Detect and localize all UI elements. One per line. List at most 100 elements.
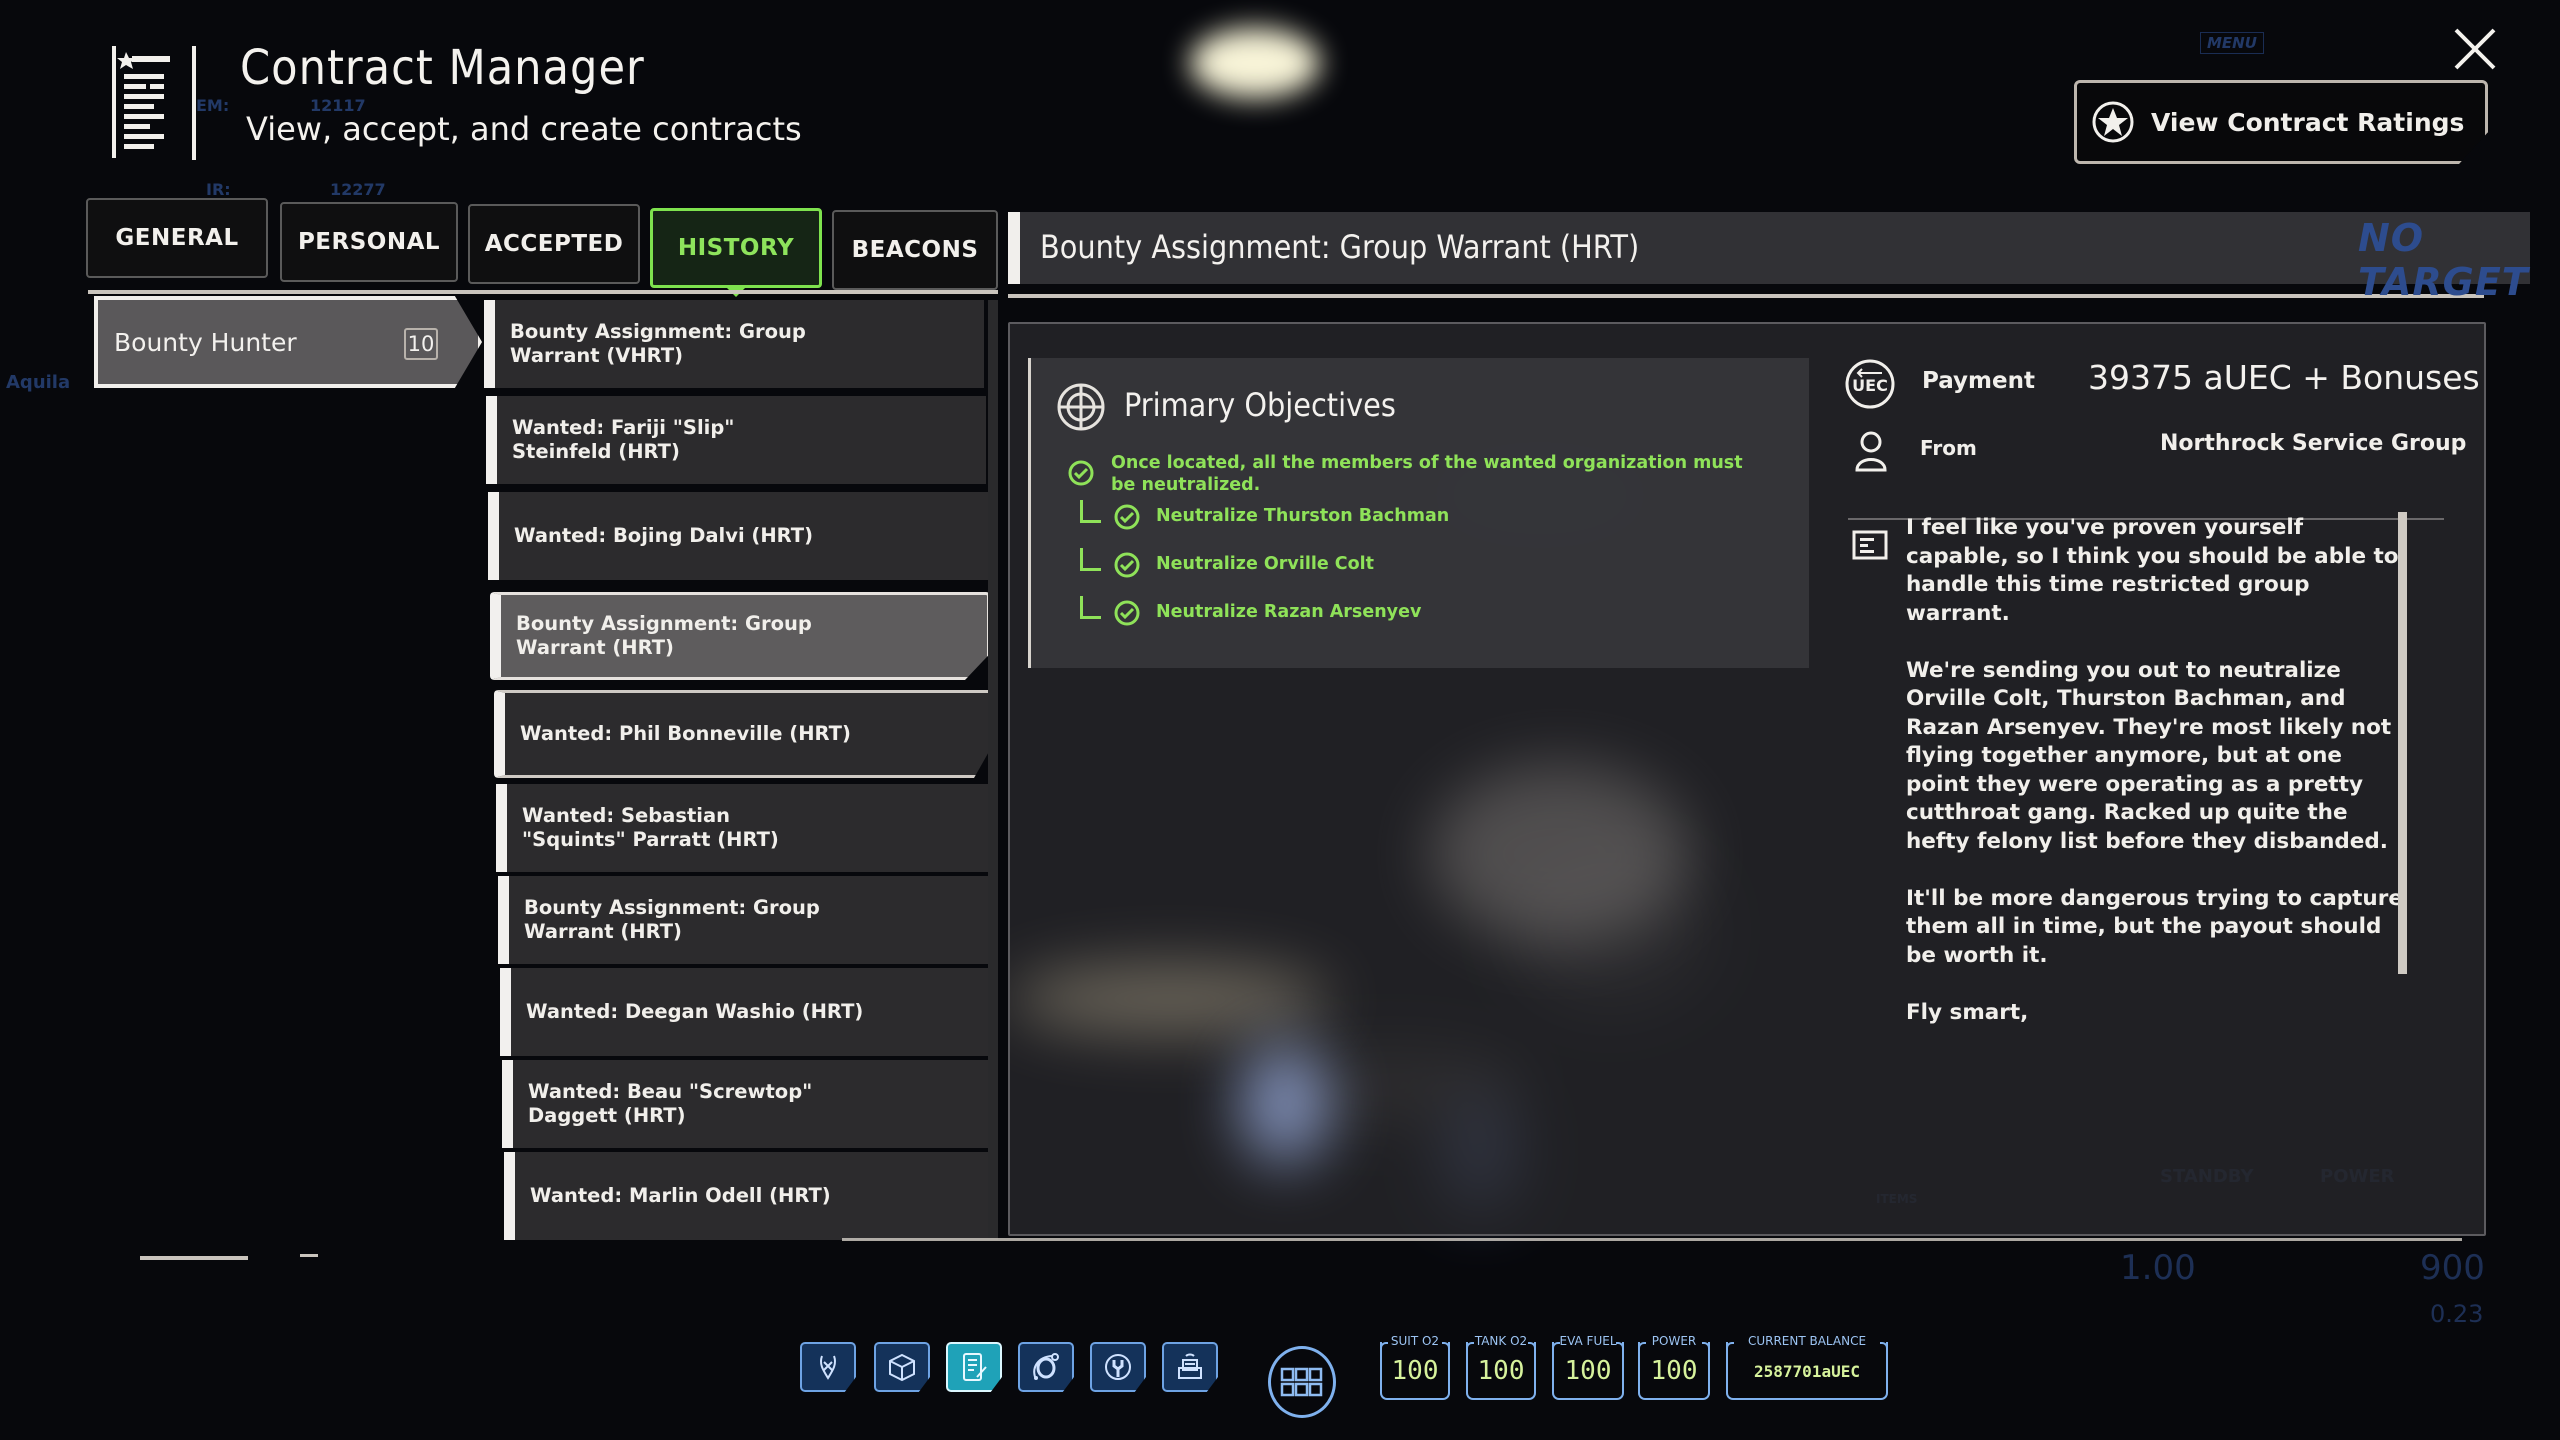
- objective-complete-check-icon: [1068, 460, 1094, 486]
- status-power: POWER 100: [1638, 1334, 1710, 1400]
- contracts-icon: [963, 1353, 987, 1381]
- objective-complete-check-icon: [1114, 504, 1140, 530]
- contract-list-item[interactable]: Wanted: Sebastian "Squints" Parratt (HRT…: [496, 784, 992, 872]
- mobiglas-tab-contracts[interactable]: [946, 1342, 1002, 1392]
- description-scrollbar[interactable]: [2398, 512, 2407, 974]
- close-icon: [2454, 28, 2496, 70]
- contract-manager-app-icon: [112, 44, 198, 162]
- star-rating-icon: [2092, 101, 2134, 143]
- description-icon: [1852, 530, 1888, 560]
- contract-list-scrollbar[interactable]: [988, 300, 998, 1240]
- hud-readout-b: 900: [2420, 1248, 2485, 1288]
- tab-accepted[interactable]: ACCEPTED: [468, 204, 640, 284]
- view-contract-ratings-label: View Contract Ratings: [2151, 107, 2465, 137]
- tab-personal[interactable]: PERSONAL: [280, 202, 458, 282]
- status-tank-o2: TANK O2 100: [1466, 1334, 1536, 1400]
- payment-value: 39375 aUEC + Bonuses: [2088, 358, 2480, 397]
- status-suit-o2: SUIT O2 100: [1380, 1334, 1450, 1400]
- mobiglas-tab-medical[interactable]: [800, 1342, 856, 1392]
- contract-description: I feel like you've proven yourself capab…: [1906, 515, 2403, 1025]
- contract-list-item[interactable]: Wanted: Fariji "Slip" Steinfeld (HRT): [486, 396, 986, 484]
- contract-detail-title: Bounty Assignment: Group Warrant (HRT): [1040, 228, 1640, 266]
- status-value: 100: [1564, 1356, 1612, 1386]
- status-value: 100: [1477, 1356, 1525, 1386]
- mobiglas-tab-starmap[interactable]: [1018, 1342, 1074, 1392]
- objective-complete-check-icon: [1114, 552, 1140, 578]
- inventory-box-icon: [889, 1353, 915, 1382]
- main-objective-text: Once located, all the members of the wan…: [1111, 453, 1743, 495]
- sub-objective-text: Neutralize Thurston Bachman: [1156, 506, 1450, 526]
- tab-general[interactable]: GENERAL: [86, 198, 268, 278]
- status-eva-fuel: EVA FUEL 100: [1552, 1334, 1624, 1400]
- background-light-glare: [1190, 28, 1320, 98]
- hud-readout-a: 1.00: [2120, 1248, 2196, 1288]
- category-bounty-hunter[interactable]: Bounty Hunter 10: [94, 296, 482, 388]
- hud-em-label: EM:: [196, 96, 230, 115]
- status-value: 2587701aUEC: [1754, 1362, 1860, 1381]
- status-label: POWER: [1651, 1334, 1697, 1348]
- app-grid-icon: [1280, 1367, 1323, 1397]
- status-value: 100: [1391, 1356, 1439, 1386]
- contract-list-item[interactable]: Bounty Assignment: Group Warrant (HRT): [498, 876, 992, 964]
- tab-beacons[interactable]: BEACONS: [832, 210, 998, 290]
- mobiglas-tab-inventory[interactable]: [874, 1342, 930, 1392]
- panel-background-bokeh: [1010, 964, 1330, 1034]
- panel-background-bokeh: [1240, 1044, 1330, 1164]
- payment-label: Payment: [1922, 368, 2035, 394]
- hud-ir-label: IR:: [206, 180, 231, 199]
- detail-divider: [1008, 294, 2484, 298]
- contract-list-item[interactable]: Wanted: Phil Bonneville (HRT): [494, 690, 994, 778]
- tab-personal-label: PERSONAL: [297, 229, 441, 255]
- page-subtitle: View, accept, and create contracts: [246, 110, 802, 148]
- status-label: EVA FUEL: [1559, 1334, 1617, 1348]
- category-label: Bounty Hunter: [114, 327, 297, 357]
- contract-list-item[interactable]: Wanted: Marlin Odell (HRT): [504, 1152, 996, 1240]
- svg-text:UEC: UEC: [1852, 376, 1888, 395]
- tabs-divider: [88, 290, 998, 294]
- hud-ir-value: 12277: [330, 180, 386, 199]
- commodity-terminal-icon: [1178, 1353, 1202, 1379]
- category-count-badge: 10: [404, 328, 438, 360]
- user-icon: [1854, 430, 1888, 472]
- subobjective-branch-icon: [1080, 596, 1101, 619]
- bottom-left-divider: [140, 1256, 248, 1260]
- uec-payment-icon: UEC: [1844, 358, 1896, 410]
- tab-beacons-label: BEACONS: [851, 237, 979, 263]
- mobiglas-tab-commodity[interactable]: [1162, 1342, 1218, 1392]
- contract-list-item[interactable]: Wanted: Beau "Screwtop" Daggett (HRT): [502, 1060, 994, 1148]
- medical-icon: [819, 1355, 837, 1380]
- tab-history-label: HISTORY: [677, 235, 795, 261]
- contract-list-item[interactable]: Bounty Assignment: Group Warrant (VHRT): [484, 300, 984, 388]
- contract-list-item-selected[interactable]: Bounty Assignment: Group Warrant (HRT): [490, 592, 990, 680]
- bottom-divider: [842, 1238, 2462, 1241]
- mobiglas-apps-button[interactable]: [1268, 1346, 1336, 1418]
- tab-accepted-label: ACCEPTED: [484, 231, 624, 257]
- panel-background-bokeh: [1430, 764, 1690, 944]
- contract-list: Bounty Assignment: Group Warrant (VHRT) …: [480, 300, 996, 1240]
- contract-list-item[interactable]: Wanted: Deegan Washio (HRT): [500, 968, 994, 1056]
- status-current-balance: CURRENT BALANCE 2587701aUEC: [1726, 1334, 1888, 1400]
- bottom-left-divider: [300, 1254, 318, 1257]
- page-title: Contract Manager: [240, 40, 645, 96]
- crosshair-target-icon: [1056, 382, 1106, 436]
- view-contract-ratings-button[interactable]: View Contract Ratings: [2074, 80, 2488, 164]
- subobjective-branch-icon: [1080, 500, 1101, 523]
- hud-readout-c: 0.23: [2430, 1300, 2484, 1328]
- from-value: Northrock Service Group: [2160, 431, 2467, 456]
- subobjective-branch-icon: [1080, 548, 1101, 571]
- status-label: CURRENT BALANCE: [1747, 1334, 1867, 1348]
- hud-ship-name: Aquila: [6, 372, 71, 393]
- hud-no-target: NO TARGET: [2358, 216, 2529, 304]
- objectives-title: Primary Objectives: [1124, 386, 1396, 424]
- tab-general-label: GENERAL: [115, 225, 239, 251]
- status-value: 100: [1650, 1356, 1698, 1386]
- tab-history[interactable]: HISTORY: [650, 208, 822, 288]
- from-label: From: [1920, 436, 1977, 460]
- mobiglas-tab-vehicle[interactable]: [1090, 1342, 1146, 1392]
- contract-list-item[interactable]: Wanted: Bojing Dalvi (HRT): [488, 492, 988, 580]
- vehicle-repair-icon: [1105, 1354, 1131, 1380]
- starmap-icon: [1033, 1353, 1059, 1380]
- close-button[interactable]: [2448, 22, 2502, 76]
- sub-objective-text: Neutralize Orville Colt: [1156, 554, 1375, 574]
- sub-objective-text: Neutralize Razan Arsenyev: [1156, 602, 1422, 622]
